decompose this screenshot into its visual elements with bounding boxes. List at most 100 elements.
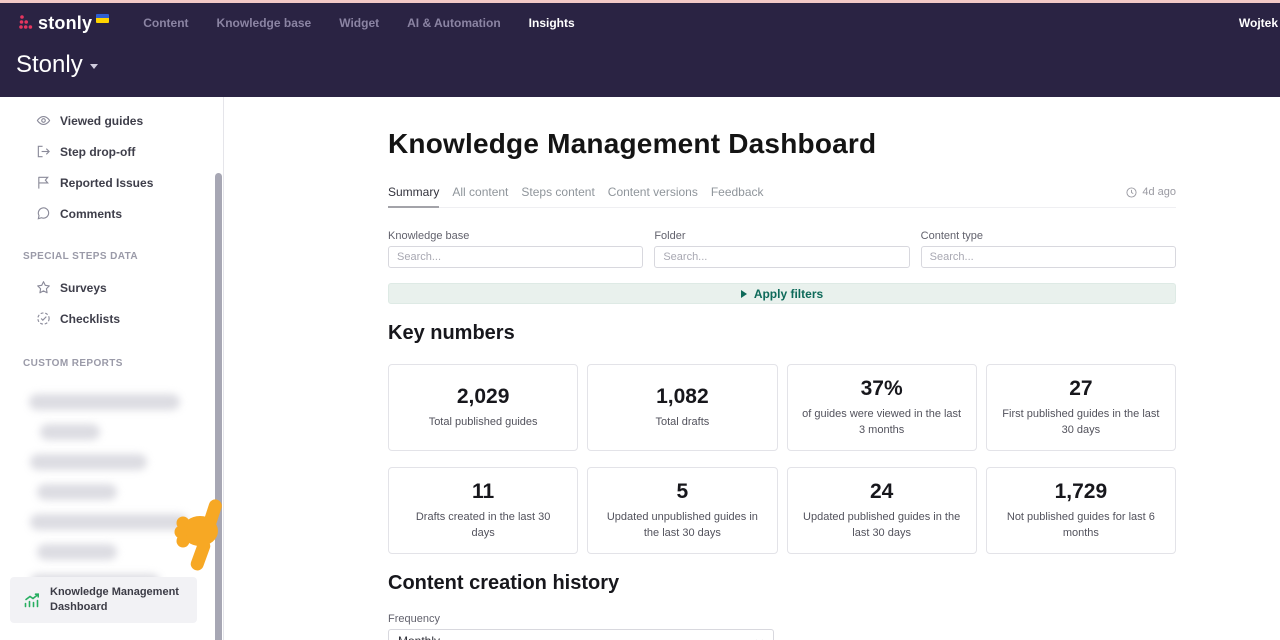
- metric-value: 5: [677, 480, 689, 504]
- filter-knowledge-base: Knowledge base: [388, 230, 643, 268]
- reports-sidebar: Viewed guides Step drop-off Reported Iss…: [0, 97, 224, 640]
- metric-card-updated-unpublished-30d: 5 Updated unpublished guides in the last…: [587, 467, 777, 554]
- tab-steps-content[interactable]: Steps content: [521, 185, 594, 207]
- metric-card-first-published-30d: 27 First published guides in the last 30…: [986, 364, 1176, 451]
- chevron-down-icon: [755, 637, 764, 640]
- tab-feedback[interactable]: Feedback: [711, 185, 764, 207]
- metric-label: First published guides in the last 30 da…: [1001, 407, 1161, 438]
- chevron-down-icon: [90, 64, 98, 69]
- filter-folder: Folder: [654, 230, 909, 268]
- filter-label: Content type: [921, 230, 1176, 242]
- sidebar-scrollbar[interactable]: [215, 173, 222, 640]
- redacted-report-item[interactable]: [40, 424, 100, 440]
- top-nav-items: Content Knowledge base Widget AI & Autom…: [143, 16, 574, 30]
- metric-value: 1,729: [1055, 480, 1108, 504]
- stonly-logo-text: stonly: [38, 13, 92, 33]
- redacted-report-item[interactable]: [29, 394, 180, 410]
- knowledge-base-search-input[interactable]: [388, 246, 643, 268]
- eye-icon: [36, 113, 51, 128]
- sidebar-item-surveys[interactable]: Surveys: [0, 272, 223, 303]
- sidebar-section-special-steps-data: SPECIAL STEPS DATA: [0, 229, 223, 272]
- content-creation-history-title: Content creation history: [388, 572, 1176, 595]
- ukraine-flag-icon: [96, 14, 109, 23]
- comment-icon: [36, 206, 51, 221]
- metric-label: Updated published guides in the last 30 …: [802, 510, 962, 541]
- metric-value: 37%: [861, 377, 903, 401]
- sidebar-item-label: Viewed guides: [60, 114, 143, 128]
- filter-label: Folder: [654, 230, 909, 242]
- folder-search-input[interactable]: [654, 246, 909, 268]
- tab-summary[interactable]: Summary: [388, 185, 439, 208]
- metric-label: Updated unpublished guides in the last 3…: [602, 510, 762, 541]
- metric-label: Total published guides: [429, 415, 538, 430]
- sidebar-item-knowledge-management-dashboard[interactable]: Knowledge Management Dashboard: [10, 577, 197, 623]
- tab-all-content[interactable]: All content: [452, 185, 508, 207]
- sidebar-item-checklists[interactable]: Checklists: [0, 303, 223, 334]
- metric-value: 2,029: [457, 385, 510, 409]
- sidebar-item-label: Reported Issues: [60, 176, 153, 190]
- workspace-switcher[interactable]: Stonly: [16, 51, 98, 79]
- filter-content-type: Content type: [921, 230, 1176, 268]
- growth-chart-icon: [23, 591, 41, 609]
- sidebar-item-reported-issues[interactable]: Reported Issues: [0, 167, 223, 198]
- nav-item-content[interactable]: Content: [143, 16, 188, 30]
- top-navigation-bar: stonly Content Knowledge base Widget AI …: [0, 3, 1280, 42]
- redacted-report-list: [0, 379, 223, 590]
- play-triangle-icon: [741, 290, 747, 298]
- metric-label: of guides were viewed in the last 3 mont…: [802, 407, 962, 438]
- metric-value: 11: [472, 480, 494, 504]
- metric-card-not-published-6m: 1,729 Not published guides for last 6 mo…: [986, 467, 1176, 554]
- frequency-selected-value: Monthly: [398, 634, 440, 640]
- sidebar-item-label: Surveys: [60, 281, 107, 295]
- metric-card-drafts-created-30d: 11 Drafts created in the last 30 days: [388, 467, 578, 554]
- frequency-select[interactable]: Monthly: [388, 629, 774, 640]
- sidebar-item-step-drop-off[interactable]: Step drop-off: [0, 136, 223, 167]
- sidebar-item-label: Comments: [60, 207, 122, 221]
- step-dropoff-icon: [36, 144, 51, 159]
- dashboard-tab-bar: Summary All content Steps content Conten…: [388, 185, 1176, 208]
- metric-value: 24: [870, 480, 893, 504]
- metric-card-total-drafts: 1,082 Total drafts: [587, 364, 777, 451]
- redacted-report-item[interactable]: [37, 544, 117, 560]
- nav-item-widget[interactable]: Widget: [339, 16, 379, 30]
- tab-content-versions[interactable]: Content versions: [608, 185, 698, 207]
- metric-label: Drafts created in the last 30 days: [403, 510, 563, 541]
- metric-label: Total drafts: [655, 415, 709, 430]
- stonly-logo-icon: [18, 13, 34, 30]
- sidebar-section-custom-reports: CUSTOM REPORTS: [0, 334, 223, 379]
- metric-value: 1,082: [656, 385, 709, 409]
- flag-icon: [36, 175, 51, 190]
- filter-label: Knowledge base: [388, 230, 643, 242]
- redacted-report-item[interactable]: [30, 454, 147, 470]
- nav-item-knowledge-base[interactable]: Knowledge base: [217, 16, 312, 30]
- filter-row: Knowledge base Folder Content type: [388, 230, 1176, 268]
- workspace-title: Stonly: [16, 51, 83, 79]
- metric-label: Not published guides for last 6 months: [1001, 510, 1161, 541]
- sidebar-item-comments[interactable]: Comments: [0, 198, 223, 229]
- redacted-report-item[interactable]: [30, 514, 188, 530]
- last-updated-text: 4d ago: [1142, 186, 1176, 198]
- metric-value: 27: [1069, 377, 1092, 401]
- apply-filters-button[interactable]: Apply filters: [388, 283, 1176, 304]
- content-type-search-input[interactable]: [921, 246, 1176, 268]
- nav-item-insights[interactable]: Insights: [529, 16, 575, 30]
- sidebar-item-viewed-guides[interactable]: Viewed guides: [0, 105, 223, 136]
- star-icon: [36, 280, 51, 295]
- last-updated: 4d ago: [1126, 185, 1176, 198]
- workspace-header: Stonly: [0, 42, 1280, 97]
- user-menu[interactable]: Wojtek B: [1239, 16, 1280, 30]
- checklist-icon: [36, 311, 51, 326]
- sidebar-item-label: Knowledge Management Dashboard: [50, 585, 187, 615]
- frequency-label: Frequency: [388, 613, 1176, 625]
- nav-item-ai-automation[interactable]: AI & Automation: [407, 16, 501, 30]
- key-numbers-title: Key numbers: [388, 322, 1176, 345]
- sidebar-item-label: Step drop-off: [60, 145, 135, 159]
- stonly-logo[interactable]: stonly: [18, 13, 109, 33]
- sidebar-item-label: Checklists: [60, 312, 120, 326]
- main-content: Knowledge Management Dashboard Summary A…: [224, 97, 1280, 640]
- redacted-report-item[interactable]: [37, 484, 117, 500]
- apply-filters-label: Apply filters: [754, 287, 823, 301]
- key-numbers-grid: 2,029 Total published guides 1,082 Total…: [388, 364, 1176, 554]
- metric-card-guides-viewed-pct: 37% of guides were viewed in the last 3 …: [787, 364, 977, 451]
- metric-card-total-published-guides: 2,029 Total published guides: [388, 364, 578, 451]
